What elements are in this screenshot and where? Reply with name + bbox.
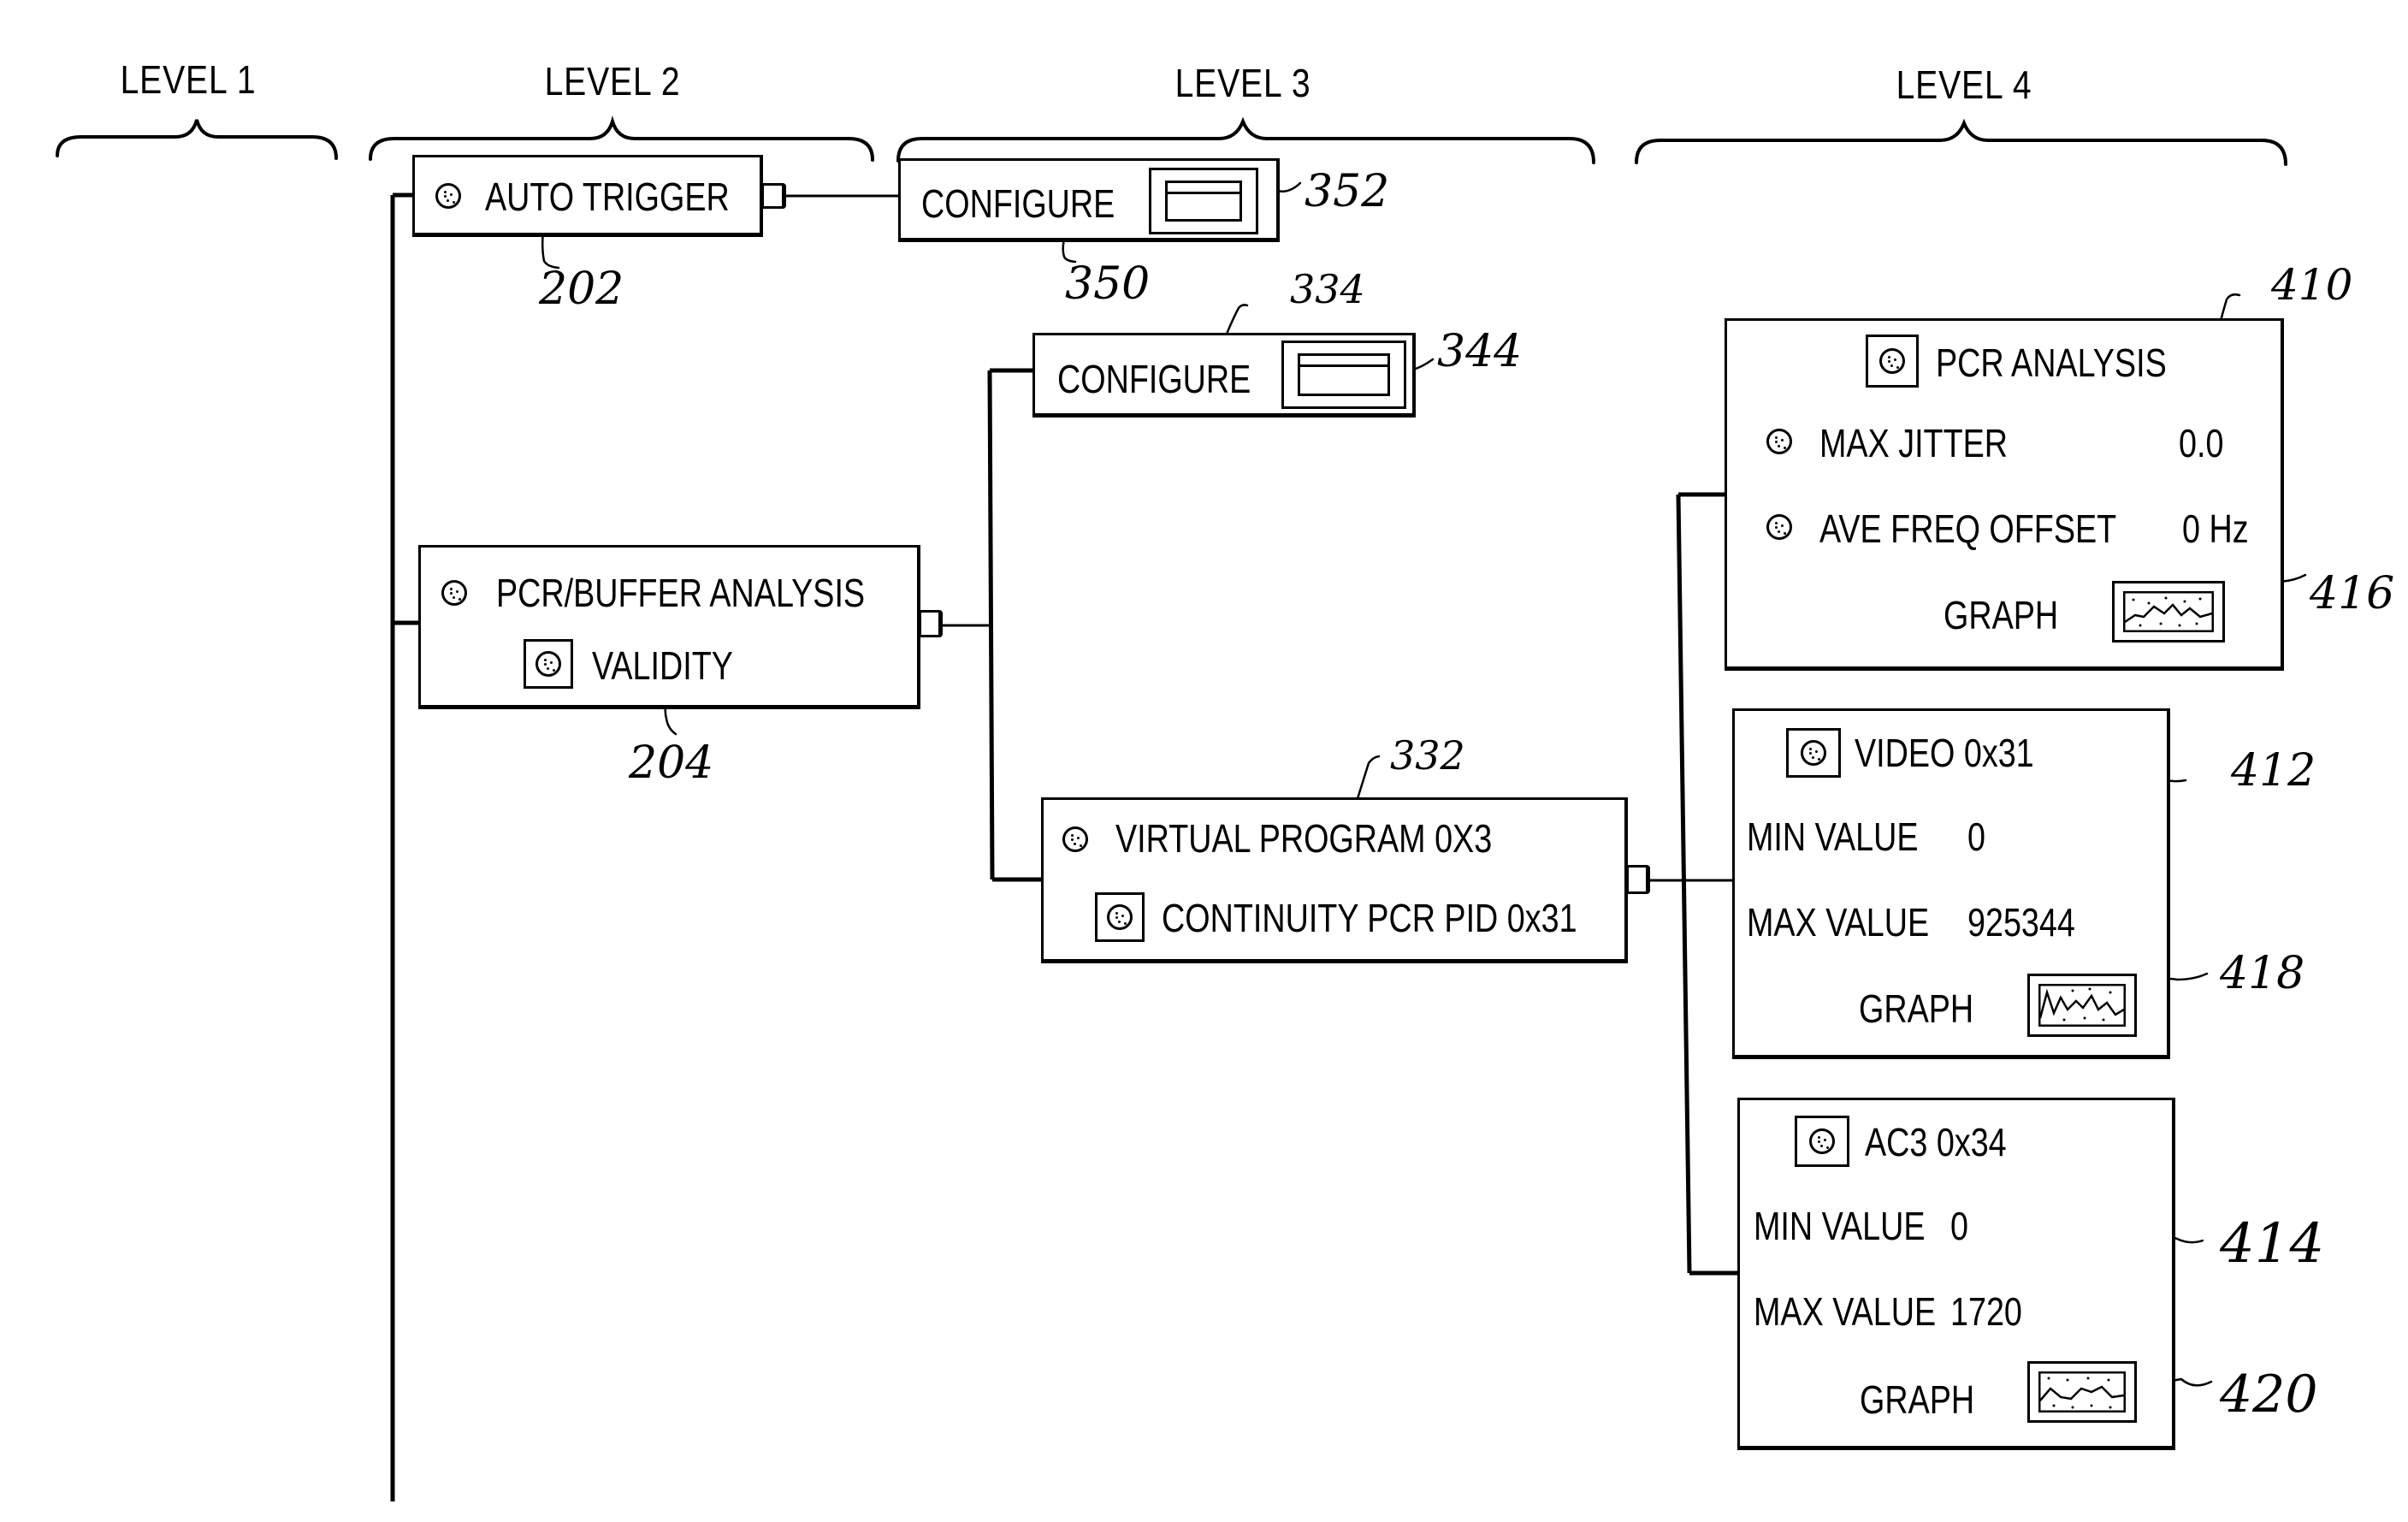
indicator-led-icon[interactable] (435, 183, 461, 209)
validity-indicator[interactable] (524, 639, 573, 689)
video-min-value: 0 (1967, 814, 1985, 859)
graph-icon[interactable] (2027, 1361, 2137, 1423)
video-graph-label: GRAPH (1859, 986, 1974, 1031)
indicator-led-icon[interactable] (1062, 826, 1088, 852)
expand-connector-handle[interactable] (761, 183, 786, 209)
ref-label-414: 414 (2220, 1212, 2325, 1276)
indicator-led-icon (1107, 904, 1133, 930)
indicator-led-icon[interactable] (1766, 429, 1792, 454)
video-indicator[interactable] (1786, 728, 1841, 778)
level-4-trunk (1676, 494, 1692, 1274)
ac3-min-value: 0 (1950, 1204, 1968, 1248)
ac3-title: AC3 0x34 (1865, 1120, 2007, 1164)
configure-buffer-label: CONFIGURE (1057, 357, 1251, 401)
window-icon[interactable] (1281, 341, 1406, 409)
indicator-led-icon (535, 651, 561, 677)
auto-trigger-label: AUTO TRIGGER (485, 175, 730, 219)
virtual-program-node[interactable]: VIRTUAL PROGRAM 0X3 CONTINUITY PCR PID 0… (1041, 797, 1628, 963)
pcr-analysis-title: PCR ANALYSIS (1936, 341, 2167, 385)
indicator-led-icon (1801, 740, 1826, 766)
video-max-value: 925344 (1967, 900, 2075, 945)
validity-label: VALIDITY (592, 643, 733, 688)
ref-label-344: 344 (1437, 326, 1523, 377)
pcr-graph-label: GRAPH (1944, 593, 2059, 637)
graph-icon[interactable] (2112, 581, 2225, 643)
ave-freq-offset-label: AVE FREQ OFFSET (1819, 506, 2117, 551)
video-title: VIDEO 0x31 (1855, 731, 2034, 775)
ac3-panel: AC3 0x34 MIN VALUE 0 MAX VALUE 1720 GRAP… (1737, 1098, 2175, 1450)
ref-label-334: 334 (1290, 266, 1365, 312)
ref-label-410: 410 (2271, 260, 2353, 310)
level-3-trunk (987, 370, 995, 880)
ref-label-352: 352 (1305, 166, 1390, 217)
ref-label-204: 204 (629, 737, 714, 789)
configure-trigger-node[interactable]: CONFIGURE (898, 158, 1280, 242)
level-4-brace (1635, 118, 2287, 166)
level-3-label: LEVEL 3 (1174, 61, 1311, 105)
ac3-graph-label: GRAPH (1860, 1377, 1975, 1422)
indicator-led-icon[interactable] (1766, 514, 1792, 540)
video-min-label: MIN VALUE (1747, 814, 1919, 859)
pcr-analysis-indicator[interactable] (1866, 335, 1919, 388)
ref-label-412: 412 (2231, 745, 2316, 797)
ref-label-418: 418 (2220, 948, 2305, 999)
configure-buffer-node[interactable]: CONFIGURE (1032, 333, 1416, 418)
video-panel: VIDEO 0x31 MIN VALUE 0 MAX VALUE 925344 … (1732, 708, 2170, 1059)
pcr-buffer-analysis-node[interactable]: PCR/BUFFER ANALYSIS VALIDITY (418, 545, 920, 709)
expand-connector-handle[interactable] (1626, 865, 1650, 894)
ac3-indicator[interactable] (1795, 1116, 1849, 1167)
pcr-analysis-panel: PCR ANALYSIS MAX JITTER 0.0 AVE FREQ OFF… (1725, 318, 2284, 671)
level-3-brace (896, 116, 1595, 164)
ac3-max-value: 1720 (1950, 1289, 2022, 1334)
graph-icon[interactable] (2027, 974, 2137, 1037)
ave-freq-offset-value: 0 Hz (2182, 506, 2249, 551)
level-4-label: LEVEL 4 (1896, 62, 2032, 107)
level-2-label: LEVEL 2 (544, 59, 681, 104)
max-jitter-label: MAX JITTER (1819, 421, 2009, 465)
ac3-min-label: MIN VALUE (1754, 1204, 1926, 1248)
pcr-buffer-analysis-label: PCR/BUFFER ANALYSIS (496, 571, 866, 615)
indicator-led-icon[interactable] (441, 580, 467, 606)
ref-label-416: 416 (2310, 568, 2395, 619)
video-max-label: MAX VALUE (1747, 900, 1930, 945)
max-jitter-value: 0.0 (2179, 421, 2224, 465)
ac3-max-label: MAX VALUE (1754, 1289, 1937, 1334)
ref-label-420: 420 (2220, 1365, 2318, 1424)
virtual-program-label: VIRTUAL PROGRAM 0X3 (1115, 816, 1493, 861)
window-icon[interactable] (1149, 168, 1258, 234)
indicator-led-icon (1879, 348, 1905, 374)
indicator-led-icon (1809, 1128, 1835, 1154)
ref-label-332: 332 (1390, 732, 1465, 779)
continuity-pcr-label: CONTINUITY PCR PID 0x31 (1162, 896, 1577, 940)
level-1-brace (56, 119, 338, 160)
continuity-indicator[interactable] (1095, 892, 1145, 942)
auto-trigger-node[interactable]: AUTO TRIGGER (412, 155, 763, 237)
level-1-label: LEVEL 1 (120, 57, 257, 102)
ref-label-202: 202 (539, 264, 624, 315)
expand-connector-handle[interactable] (919, 610, 943, 637)
ref-label-350: 350 (1065, 258, 1151, 310)
configure-trigger-label: CONFIGURE (921, 181, 1115, 226)
